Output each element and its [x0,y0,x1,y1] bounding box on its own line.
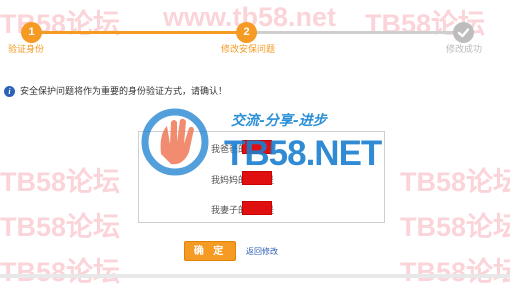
step-2-badge: 2 [236,22,257,43]
back-to-edit-link[interactable]: 返回修改 [246,246,278,257]
step-1-badge: 1 [21,22,42,43]
step-3-label: 修改成功 [446,45,483,55]
step-1-label: 验证身份 [8,45,45,55]
watermark-text: TB58论坛 [400,167,510,197]
bottom-divider [0,274,510,278]
wife-name-answer-field[interactable] [242,201,272,215]
notice-text: 安全保护问题将作为重要的身份验证方式，请确认！ [20,87,228,97]
info-icon: i [4,86,15,97]
step-connector-done [36,31,246,34]
watermark-logo-text: TB58.NET [224,134,382,173]
step-connector-pending [246,31,464,34]
watermark-text: TB58论坛 [0,257,121,287]
security-notice: i 安全保护问题将作为重要的身份验证方式，请确认！ [4,85,227,99]
watermark-slogan: 交流-分享-进步 [231,113,327,129]
progress-stepper: 1 验证身份 2 修改安保问题 修改成功 [0,0,510,58]
watermark-text: TB58论坛 [400,257,510,287]
confirm-button[interactable]: 确 定 [184,241,236,261]
question-row: 我妻子的名字是 [139,200,384,220]
step-2-label: 修改安保问题 [221,45,276,55]
check-icon [453,22,474,43]
watermark-text: TB58论坛 [400,212,510,242]
watermark-text: TB58论坛 [0,167,121,197]
watermark-text: TB58论坛 [0,212,121,242]
